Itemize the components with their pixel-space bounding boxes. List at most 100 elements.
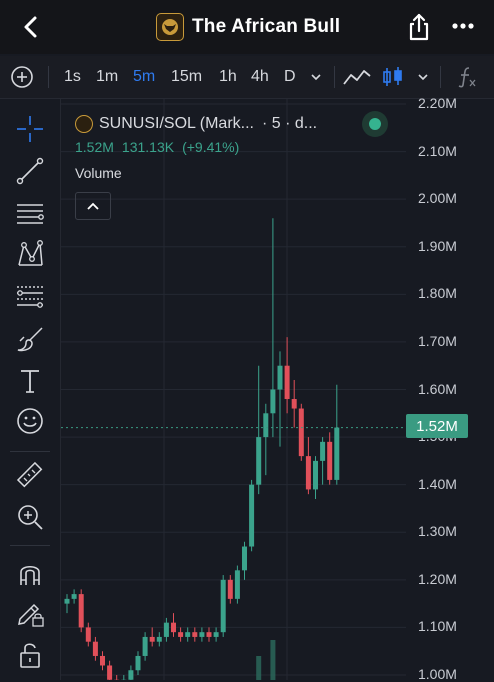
candles-button[interactable] xyxy=(380,56,406,98)
candle-body xyxy=(107,665,112,679)
candlestick-series xyxy=(65,218,340,680)
candle-body xyxy=(221,580,226,632)
candle-body xyxy=(178,632,183,637)
emoji-icon[interactable] xyxy=(14,405,46,437)
candle-body xyxy=(100,656,105,666)
line-chart-icon xyxy=(342,65,372,89)
horizontal-lines-icon[interactable] xyxy=(14,197,46,229)
candle-body xyxy=(143,637,148,656)
candle-body xyxy=(278,366,283,390)
candle-body xyxy=(292,399,297,409)
crosshair-icon[interactable] xyxy=(14,113,46,145)
chevron-down-icon xyxy=(310,71,322,83)
chart-legend: SUNUSI/SOL (Mark... · 5 · d... 1.52M 131… xyxy=(75,113,317,183)
collapse-legend-button[interactable] xyxy=(75,192,111,220)
candle-body xyxy=(150,637,155,642)
more-dots-icon[interactable] xyxy=(450,16,476,36)
chevron-left-icon[interactable] xyxy=(18,12,44,42)
top-bar: The African Bull xyxy=(0,0,494,54)
candle-body xyxy=(306,456,311,489)
y-tick-label: 2.20M xyxy=(418,95,457,111)
candle-body xyxy=(270,390,275,414)
page-title: The African Bull xyxy=(192,16,340,38)
candle-body xyxy=(207,632,212,637)
last-price-label: 1.52M xyxy=(406,414,468,438)
lock-pencil-icon[interactable] xyxy=(14,597,46,629)
symbol-name[interactable]: SUNUSI/SOL (Mark... xyxy=(99,115,254,133)
candle-body xyxy=(263,413,268,437)
candle-body xyxy=(235,570,240,599)
interval-1m[interactable]: 1m xyxy=(96,56,118,98)
candle-body xyxy=(334,428,339,480)
interval-1s[interactable]: 1s xyxy=(64,56,81,98)
candle-body xyxy=(93,642,98,656)
interval-4h[interactable]: 4h xyxy=(251,56,269,98)
text-icon[interactable] xyxy=(14,365,46,397)
candle-body xyxy=(299,409,304,457)
interval-dropdown[interactable] xyxy=(310,56,322,98)
chat-title[interactable]: The African Bull xyxy=(156,12,340,42)
y-tick-label: 1.90M xyxy=(418,238,457,254)
unlock-icon[interactable] xyxy=(14,639,46,671)
y-tick-label: 2.00M xyxy=(418,190,457,206)
candle-body xyxy=(242,547,247,571)
chart-grid xyxy=(61,99,406,680)
fib-icon[interactable] xyxy=(14,281,46,313)
candle-body xyxy=(128,670,133,680)
candle-body xyxy=(228,580,233,599)
legend-change-pct: (+9.41%) xyxy=(182,139,239,157)
legend-price: 1.52M xyxy=(75,139,114,157)
candle-body xyxy=(192,632,197,637)
candle-body xyxy=(285,366,290,399)
chart-type-dropdown[interactable] xyxy=(417,56,429,98)
candle-body xyxy=(136,656,141,670)
y-tick-label: 1.80M xyxy=(418,285,457,301)
trend-line-icon[interactable] xyxy=(14,155,46,187)
toolbar-divider xyxy=(440,66,441,88)
interval-5m[interactable]: 5m xyxy=(133,56,155,98)
market-status-indicator[interactable] xyxy=(362,111,388,137)
candle-body xyxy=(164,623,169,637)
line-chart-button[interactable] xyxy=(342,56,372,98)
pattern-icon[interactable] xyxy=(14,239,46,271)
candle-body xyxy=(185,632,190,637)
magnet-icon[interactable] xyxy=(14,557,46,589)
sidebar-divider xyxy=(10,545,50,546)
add-indicator-button[interactable] xyxy=(10,56,34,98)
y-tick-label: 1.30M xyxy=(418,523,457,539)
interval-1h[interactable]: 1h xyxy=(219,56,237,98)
volume-label: Volume xyxy=(75,165,317,183)
y-tick-label: 1.60M xyxy=(418,381,457,397)
bull-logo-icon xyxy=(156,13,184,41)
candles-icon xyxy=(380,65,406,89)
indicators-button[interactable] xyxy=(456,56,478,98)
chevron-up-icon xyxy=(86,201,100,211)
volume-bars xyxy=(256,640,275,680)
candle-body xyxy=(320,442,325,461)
y-tick-label: 1.20M xyxy=(418,571,457,587)
sidebar-divider xyxy=(10,451,50,452)
toolbar-divider xyxy=(48,66,49,88)
status-dot-icon xyxy=(369,118,381,130)
symbol-interval: · 5 · d... xyxy=(262,115,317,133)
candle-body xyxy=(157,637,162,642)
legend-change-abs: 131.13K xyxy=(122,139,174,157)
function-icon xyxy=(456,65,478,89)
chart-toolbar: 1s 1m 5m 15m 1h 4h D xyxy=(0,56,494,99)
interval-d[interactable]: D xyxy=(284,56,296,98)
chevron-down-icon xyxy=(417,71,429,83)
candle-body xyxy=(214,632,219,637)
candle-body xyxy=(86,627,91,641)
zoom-in-icon[interactable] xyxy=(14,501,46,533)
y-tick-label: 2.10M xyxy=(418,143,457,159)
y-tick-label: 1.70M xyxy=(418,333,457,349)
ruler-icon[interactable] xyxy=(14,459,46,491)
brush-icon[interactable] xyxy=(14,323,46,355)
candle-body xyxy=(313,461,318,490)
interval-15m[interactable]: 15m xyxy=(171,56,202,98)
share-icon[interactable] xyxy=(405,12,433,42)
candle-body xyxy=(249,485,254,547)
candle-body xyxy=(256,437,261,485)
candle-body xyxy=(65,599,70,604)
y-tick-label: 1.10M xyxy=(418,618,457,634)
